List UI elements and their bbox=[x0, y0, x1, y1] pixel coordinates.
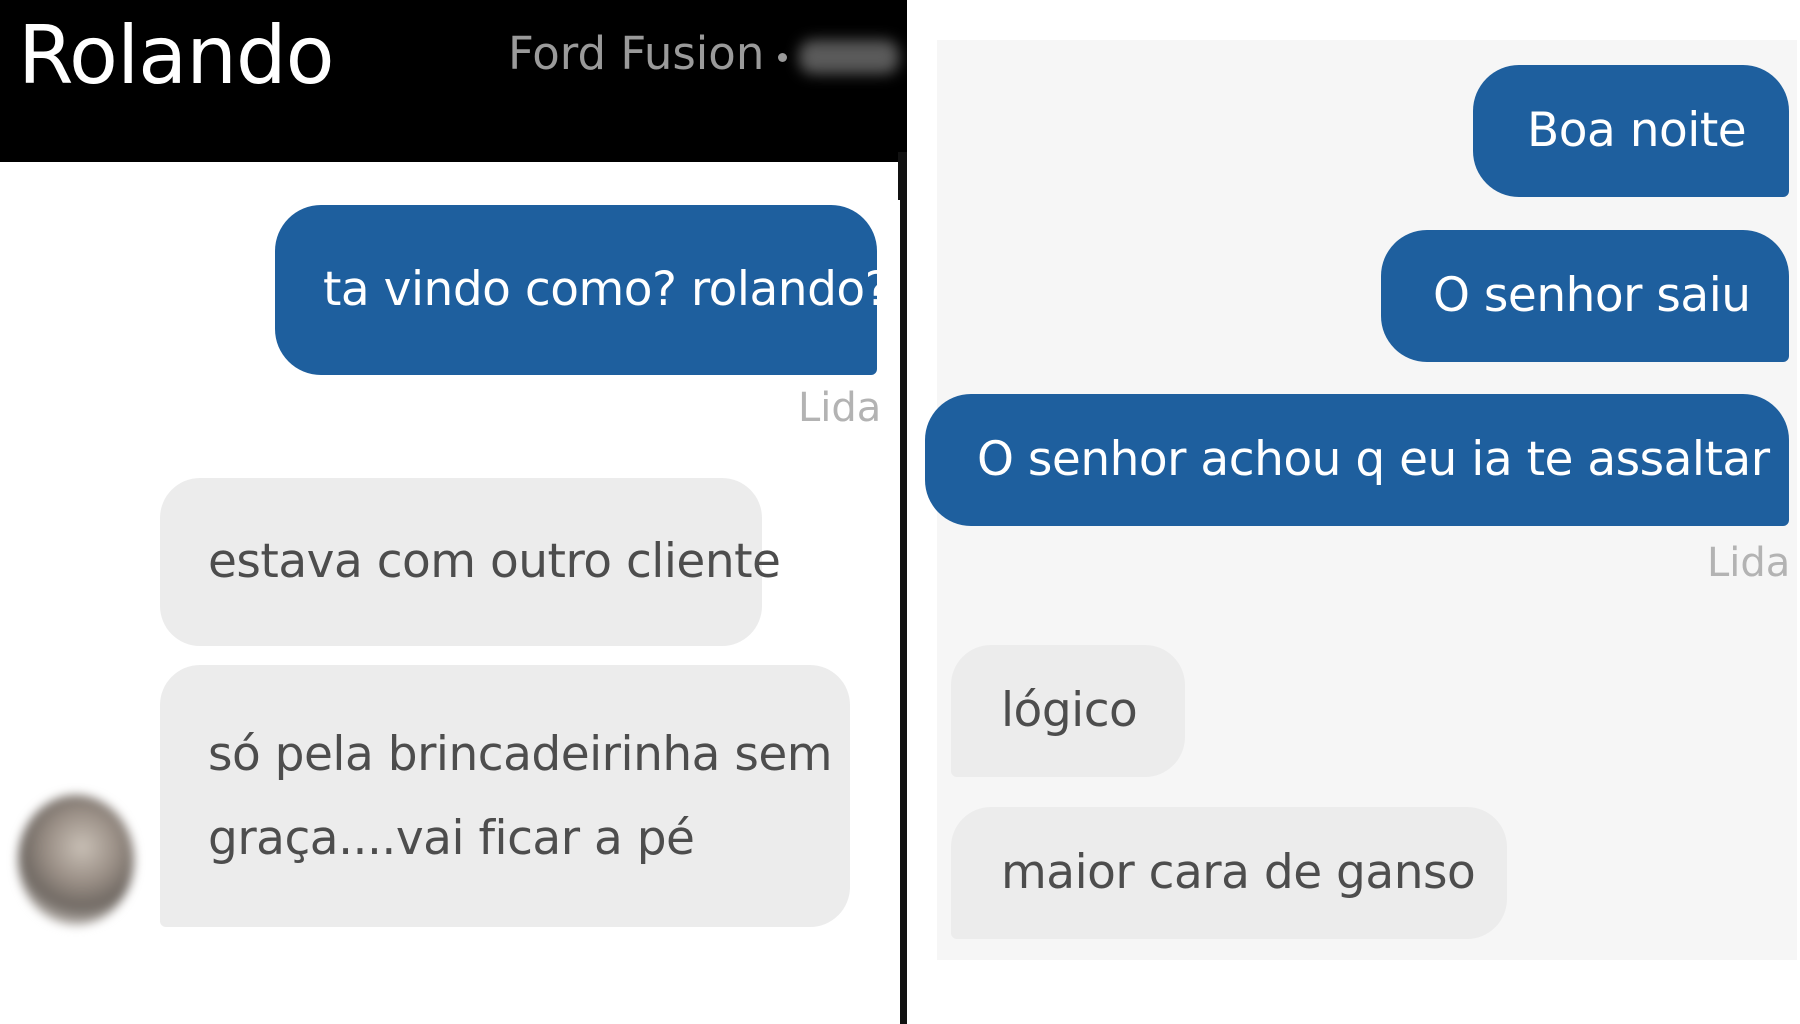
message-text: O senhor saiu bbox=[1433, 268, 1751, 323]
chat-header: Rolando Ford Fusion bbox=[0, 0, 913, 162]
vehicle-info: Ford Fusion bbox=[508, 26, 900, 82]
incoming-message: só pela brincadeirinha sem graça....vai … bbox=[160, 665, 850, 927]
message-text: ta vindo como? rolando? bbox=[323, 262, 890, 317]
contact-avatar[interactable] bbox=[18, 795, 134, 925]
message-text-line: graça....vai ficar a pé bbox=[208, 811, 695, 866]
outgoing-message: ta vindo como? rolando? bbox=[275, 205, 890, 375]
message-text: lógico bbox=[1001, 683, 1138, 738]
right-chat-panel: Boa noite O senhor saiu O senhor achou q… bbox=[907, 0, 1800, 1024]
read-status: Lida bbox=[798, 385, 882, 431]
outgoing-message: O senhor saiu bbox=[1381, 230, 1789, 362]
comparison-screenshot: Rolando Ford Fusion ta vindo como? rolan… bbox=[0, 0, 1800, 1024]
blurred-license-plate bbox=[799, 40, 900, 74]
outgoing-message: O senhor achou q eu ia te assaltar bbox=[925, 394, 1789, 526]
message-text: Boa noite bbox=[1527, 103, 1747, 158]
message-text: O senhor achou q eu ia te assaltar bbox=[977, 432, 1770, 487]
incoming-message: maior cara de ganso bbox=[951, 807, 1507, 939]
incoming-message: lógico bbox=[951, 645, 1185, 777]
panel-divider bbox=[900, 160, 907, 1024]
contact-name: Rolando bbox=[18, 9, 335, 102]
message-text: maior cara de ganso bbox=[1001, 845, 1476, 900]
vehicle-name: Ford Fusion bbox=[508, 27, 765, 80]
message-text-line: só pela brincadeirinha sem bbox=[208, 727, 833, 782]
separator-dot-icon bbox=[778, 52, 788, 62]
message-text: estava com outro cliente bbox=[208, 534, 781, 589]
left-chat-panel: Rolando Ford Fusion ta vindo como? rolan… bbox=[0, 0, 913, 1024]
read-status: Lida bbox=[1707, 540, 1791, 586]
incoming-message: estava com outro cliente bbox=[160, 478, 781, 646]
outgoing-message: Boa noite bbox=[1473, 65, 1789, 197]
